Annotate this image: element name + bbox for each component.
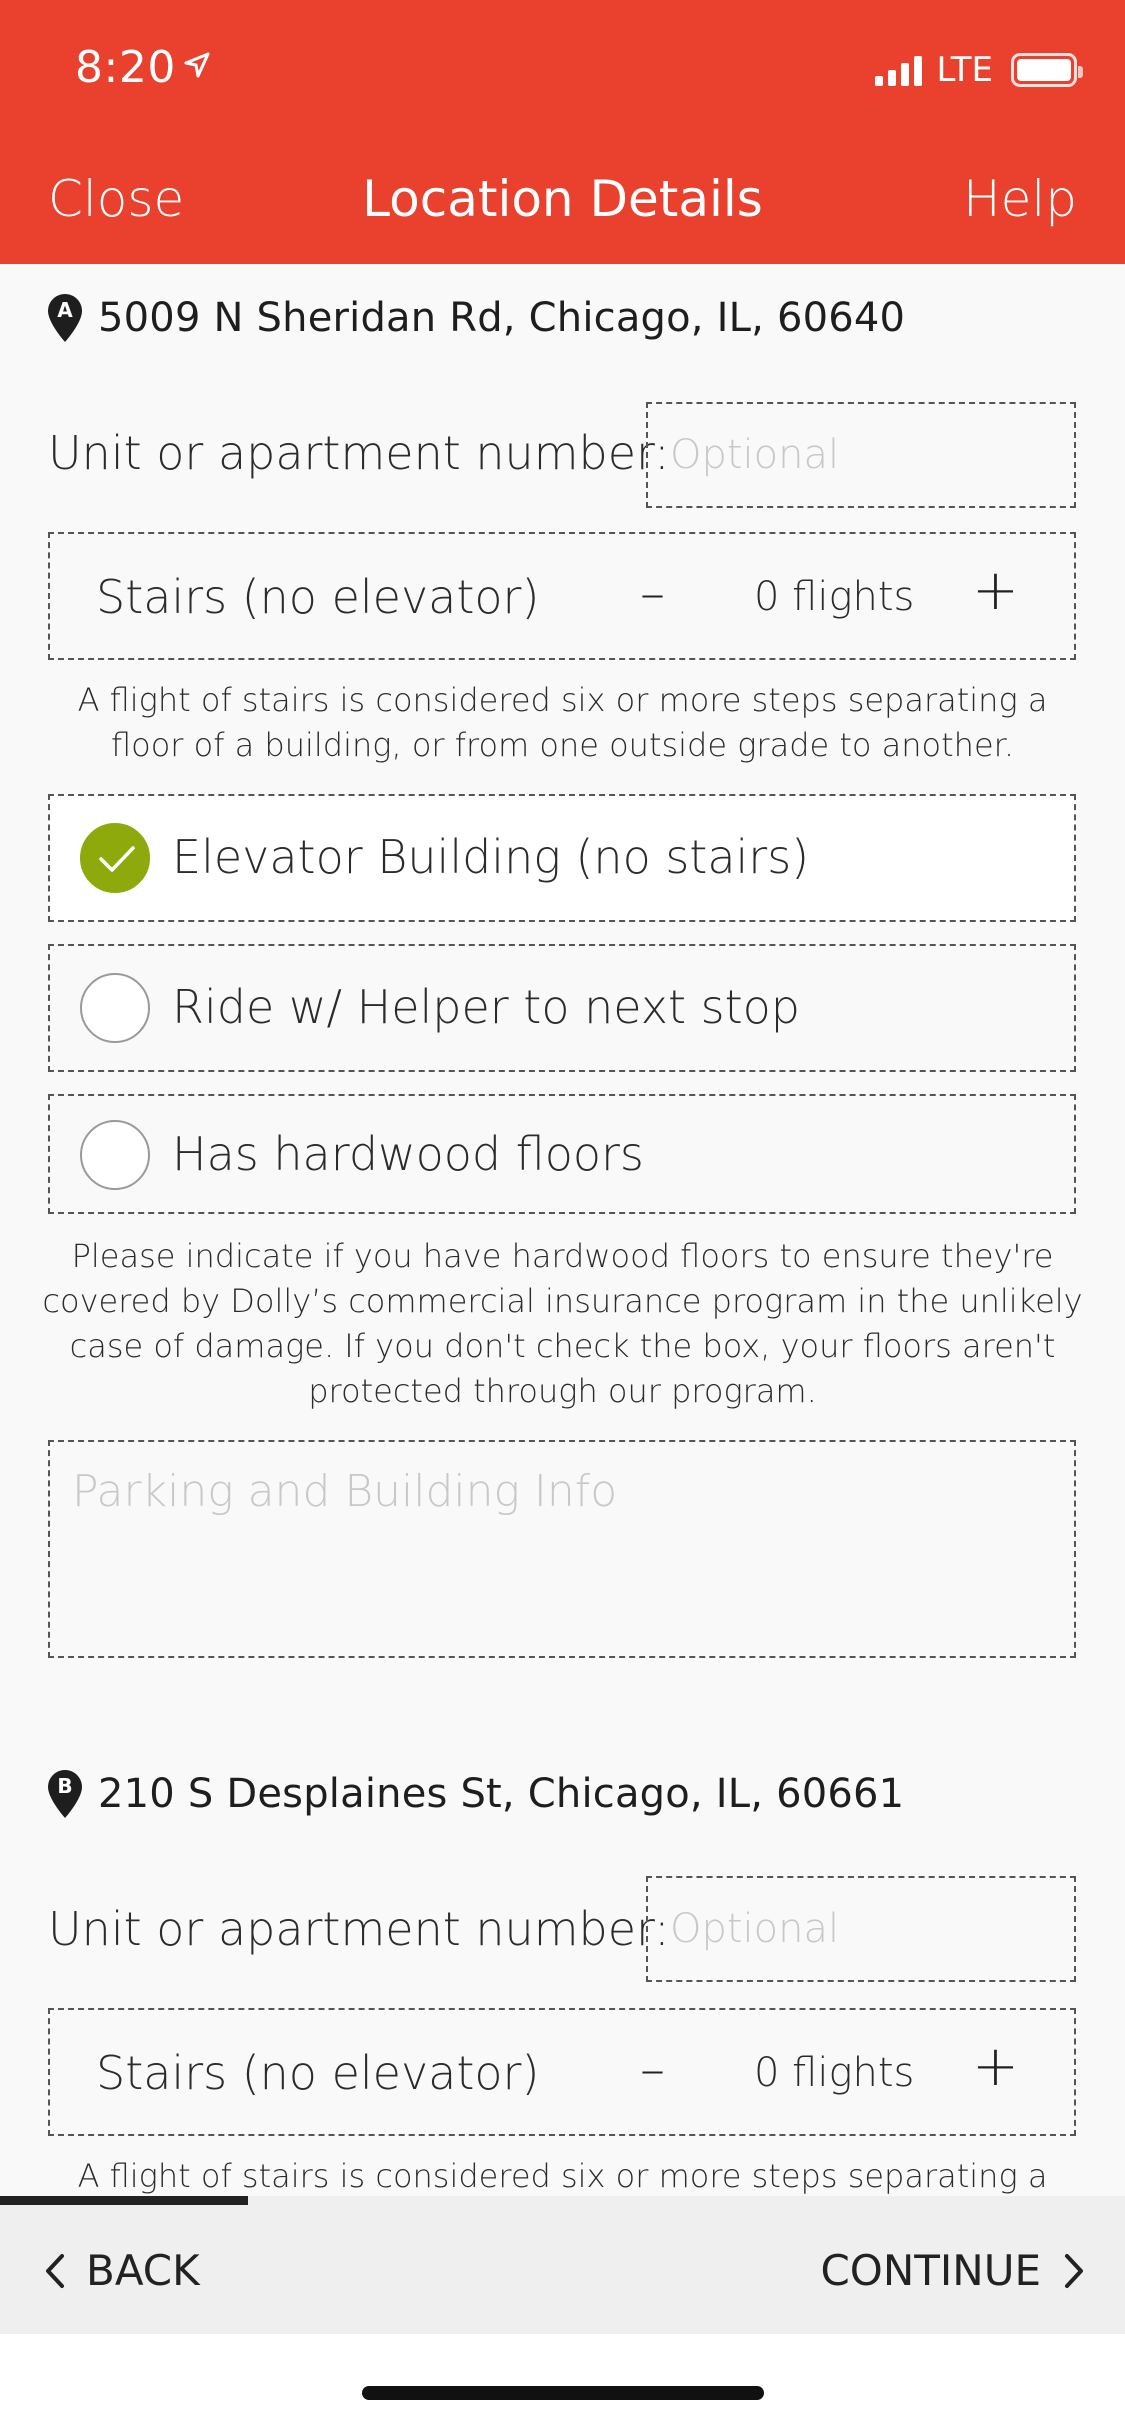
signal-icon <box>875 54 923 86</box>
back-button[interactable]: BACK <box>44 2246 200 2295</box>
continue-button[interactable]: CONTINUE <box>820 2246 1085 2295</box>
status-time: 8:20 <box>75 42 176 93</box>
stop-a-stairs-value: 0 flights <box>754 574 915 620</box>
stop-a-stairs-note: A flight of stairs is considered six or … <box>77 681 1048 764</box>
option-ride-with-helper[interactable]: Ride w/ Helper to next stop <box>48 944 1076 1072</box>
header-bar: 8:20 LTE Close Location Details Help <box>0 0 1125 264</box>
checkbox-hardwood-floors[interactable] <box>80 1120 150 1190</box>
back-label: BACK <box>86 2246 200 2295</box>
stop-a-stairs-stepper: Stairs (no elevator) – 0 flights + <box>48 532 1076 660</box>
stop-a-stairs-label: Stairs (no elevator) <box>96 570 540 624</box>
stop-b-marker: B <box>57 1774 73 1798</box>
stop-a-parking-info-input[interactable] <box>50 1442 1074 1656</box>
help-button[interactable]: Help <box>963 170 1077 228</box>
checkbox-elevator-building[interactable] <box>80 823 150 893</box>
stop-a-address-row: A 5009 N Sheridan Rd, Chicago, IL, 60640 <box>48 294 905 342</box>
option-elevator-building-label: Elevator Building (no stairs) <box>172 830 810 884</box>
stop-b-stairs-label: Stairs (no elevator) <box>96 2046 540 2100</box>
stop-a-stairs-increment-button[interactable]: + <box>972 558 1019 623</box>
home-area <box>0 2334 1125 2436</box>
stop-b-address-row: B 210 S Desplaines St, Chicago, IL, 6066… <box>48 1770 904 1818</box>
network-label: LTE <box>936 50 993 90</box>
stop-b-stairs-note: A flight of stairs is considered six or … <box>77 2157 1048 2195</box>
check-icon <box>99 846 135 872</box>
option-elevator-building[interactable]: Elevator Building (no stairs) <box>48 794 1076 922</box>
option-hardwood-floors-label: Has hardwood floors <box>172 1127 644 1181</box>
stop-a-unit-label: Unit or apartment number: <box>48 426 670 480</box>
stop-a-stairs-decrement-button[interactable]: – <box>640 564 665 622</box>
location-arrow-icon <box>184 52 210 78</box>
continue-label: CONTINUE <box>820 2246 1041 2295</box>
option-ride-with-helper-label: Ride w/ Helper to next stop <box>172 980 800 1034</box>
checkbox-ride-with-helper[interactable] <box>80 973 150 1043</box>
stop-a-address: 5009 N Sheridan Rd, Chicago, IL, 60640 <box>98 295 906 341</box>
close-button[interactable]: Close <box>48 170 184 228</box>
progress-bar <box>0 2196 248 2205</box>
stop-b-stairs-value: 0 flights <box>754 2050 915 2096</box>
stop-b-stairs-decrement-button[interactable]: – <box>640 2040 665 2098</box>
stop-b-stairs-stepper: Stairs (no elevator) – 0 flights + <box>48 2008 1076 2136</box>
stop-b-unit-input[interactable] <box>646 1876 1076 1982</box>
option-hardwood-floors[interactable]: Has hardwood floors <box>48 1094 1076 1214</box>
stop-a-unit-input[interactable] <box>646 402 1076 508</box>
home-indicator <box>362 2386 764 2400</box>
chevron-right-icon <box>1065 2253 1083 2288</box>
stop-b-address: 210 S Desplaines St, Chicago, IL, 60661 <box>98 1771 905 1817</box>
stop-b-unit-label: Unit or apartment number: <box>48 1902 670 1956</box>
stop-b-stairs-increment-button[interactable]: + <box>972 2034 1019 2099</box>
stop-a-marker: A <box>57 298 73 322</box>
status-right: LTE <box>875 50 1083 90</box>
map-pin-icon: A <box>48 294 82 342</box>
stop-a-parking-info <box>48 1440 1076 1658</box>
battery-icon <box>1011 53 1083 87</box>
map-pin-icon: B <box>48 1770 82 1818</box>
chevron-left-icon <box>46 2253 64 2288</box>
location-details-scroll[interactable]: A 5009 N Sheridan Rd, Chicago, IL, 60640… <box>0 264 1125 2196</box>
footer-nav: BACK CONTINUE <box>0 2196 1125 2334</box>
hardwood-floors-note: Please indicate if you have hardwood flo… <box>42 1237 1083 1410</box>
